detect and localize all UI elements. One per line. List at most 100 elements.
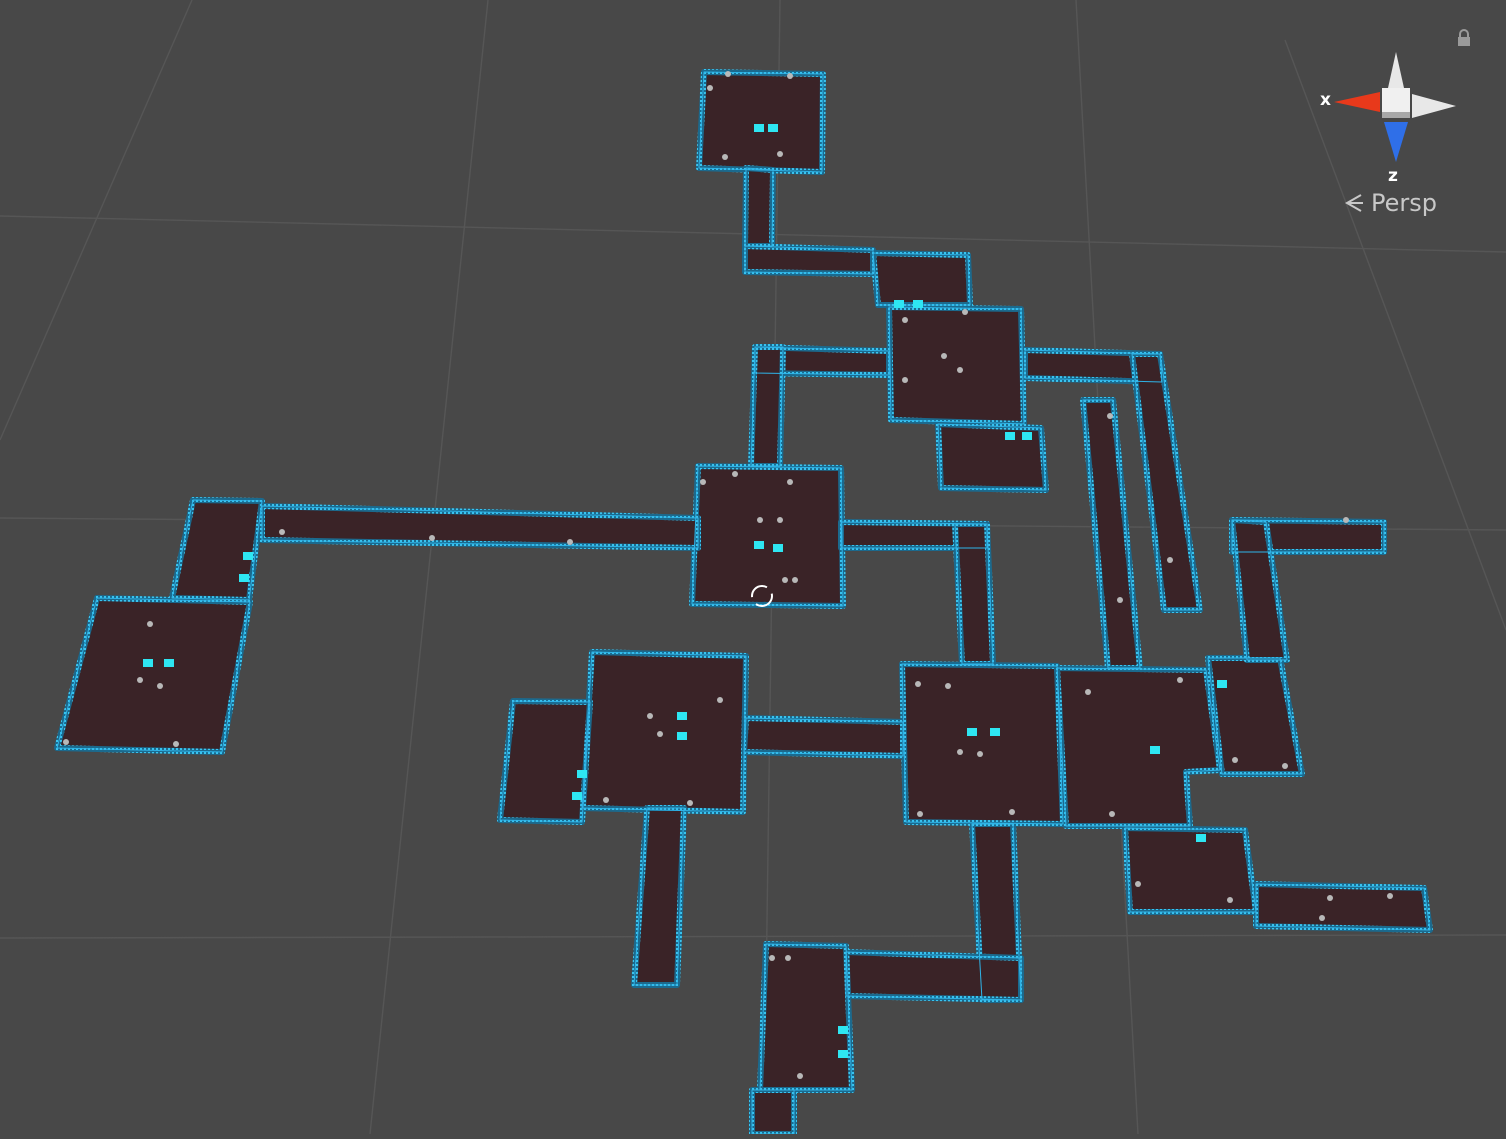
furniture-prop xyxy=(838,1050,848,1058)
furniture-prop xyxy=(1217,680,1227,688)
small-prop xyxy=(700,479,706,485)
furniture-prop xyxy=(677,712,687,720)
gizmo-center-cube[interactable] xyxy=(1382,88,1410,116)
room-floor xyxy=(169,497,265,603)
room-floor xyxy=(757,941,855,1093)
x-axis-cone-icon[interactable] xyxy=(1334,92,1380,112)
small-prop xyxy=(717,697,723,703)
corridor-floor xyxy=(741,715,906,759)
small-prop xyxy=(137,677,143,683)
z-axis-label: z xyxy=(1388,166,1398,186)
small-prop xyxy=(603,797,609,803)
small-prop xyxy=(687,800,693,806)
small-prop xyxy=(722,154,728,160)
small-prop xyxy=(1327,895,1333,901)
small-prop xyxy=(945,683,951,689)
small-prop xyxy=(1085,689,1091,695)
projection-toggle[interactable]: Persp xyxy=(1343,188,1437,218)
room-floor xyxy=(54,595,253,755)
corridor-floor xyxy=(748,344,786,469)
small-prop xyxy=(279,529,285,535)
small-prop xyxy=(429,535,435,541)
room-floor xyxy=(497,698,593,825)
small-prop xyxy=(977,751,983,757)
lock-icon[interactable] xyxy=(1456,28,1472,48)
small-prop xyxy=(1387,893,1393,899)
small-prop xyxy=(1227,897,1233,903)
furniture-prop xyxy=(143,659,153,667)
room-floor xyxy=(1054,665,1223,829)
corridor-floor xyxy=(843,949,1024,1003)
furniture-prop xyxy=(1196,834,1206,842)
small-prop xyxy=(757,517,763,523)
furniture-prop xyxy=(677,732,687,740)
room-floor xyxy=(696,69,826,175)
furniture-prop xyxy=(913,300,923,308)
small-prop xyxy=(1232,757,1238,763)
neg-x-axis-cone-icon[interactable] xyxy=(1412,94,1456,118)
corridor-floor xyxy=(742,243,876,277)
small-prop xyxy=(957,367,963,373)
small-prop xyxy=(657,731,663,737)
y-axis-cone-icon[interactable] xyxy=(1388,52,1404,88)
small-prop xyxy=(1343,517,1349,523)
small-prop xyxy=(785,955,791,961)
furniture-prop xyxy=(768,124,778,132)
grid-line xyxy=(0,934,1506,939)
furniture-prop xyxy=(1150,746,1160,754)
small-prop xyxy=(962,309,968,315)
small-prop xyxy=(1109,811,1115,817)
small-prop xyxy=(915,681,921,687)
furniture-prop xyxy=(990,728,1000,736)
small-prop xyxy=(902,317,908,323)
small-prop xyxy=(1117,597,1123,603)
small-prop xyxy=(567,539,573,545)
small-prop xyxy=(941,353,947,359)
furniture-prop xyxy=(239,574,249,582)
x-axis-label: x xyxy=(1320,90,1331,110)
small-prop xyxy=(1319,915,1325,921)
small-prop xyxy=(1167,557,1173,563)
furniture-prop xyxy=(894,300,904,308)
room-floor xyxy=(886,304,1027,427)
furniture-prop xyxy=(754,541,764,549)
corridor-floor xyxy=(1253,881,1433,933)
corridor-floor xyxy=(742,165,776,249)
furniture-prop xyxy=(1022,432,1032,440)
small-prop xyxy=(147,621,153,627)
small-prop xyxy=(732,471,738,477)
small-prop xyxy=(63,739,69,745)
room-floor xyxy=(579,649,749,815)
furniture-prop xyxy=(1005,432,1015,440)
room-floor xyxy=(870,250,973,308)
small-prop xyxy=(777,517,783,523)
small-prop xyxy=(1107,413,1113,419)
furniture-prop xyxy=(572,792,582,800)
small-prop xyxy=(173,741,179,747)
small-prop xyxy=(777,151,783,157)
small-prop xyxy=(157,683,163,689)
corridor-floor xyxy=(749,1087,797,1137)
small-prop xyxy=(917,811,923,817)
small-prop xyxy=(707,85,713,91)
small-prop xyxy=(782,577,788,583)
small-prop xyxy=(787,73,793,79)
grid-line xyxy=(369,0,489,1135)
small-prop xyxy=(769,955,775,961)
room-floor xyxy=(1122,825,1259,915)
small-prop xyxy=(787,479,793,485)
room-floor xyxy=(899,661,1066,827)
furniture-prop xyxy=(754,124,764,132)
scene-canvas[interactable] xyxy=(0,0,1506,1137)
z-axis-cone-icon[interactable] xyxy=(1384,122,1408,162)
projection-label: Persp xyxy=(1371,189,1437,217)
furniture-prop xyxy=(967,728,977,736)
small-prop xyxy=(792,577,798,583)
scene-viewport[interactable]: x z Persp xyxy=(0,0,1506,1137)
small-prop xyxy=(1135,881,1141,887)
furniture-prop xyxy=(243,552,253,560)
corridor-floor xyxy=(631,805,687,988)
furniture-prop xyxy=(577,770,587,778)
small-prop xyxy=(1009,809,1015,815)
chevron-left-icon xyxy=(1344,194,1363,212)
